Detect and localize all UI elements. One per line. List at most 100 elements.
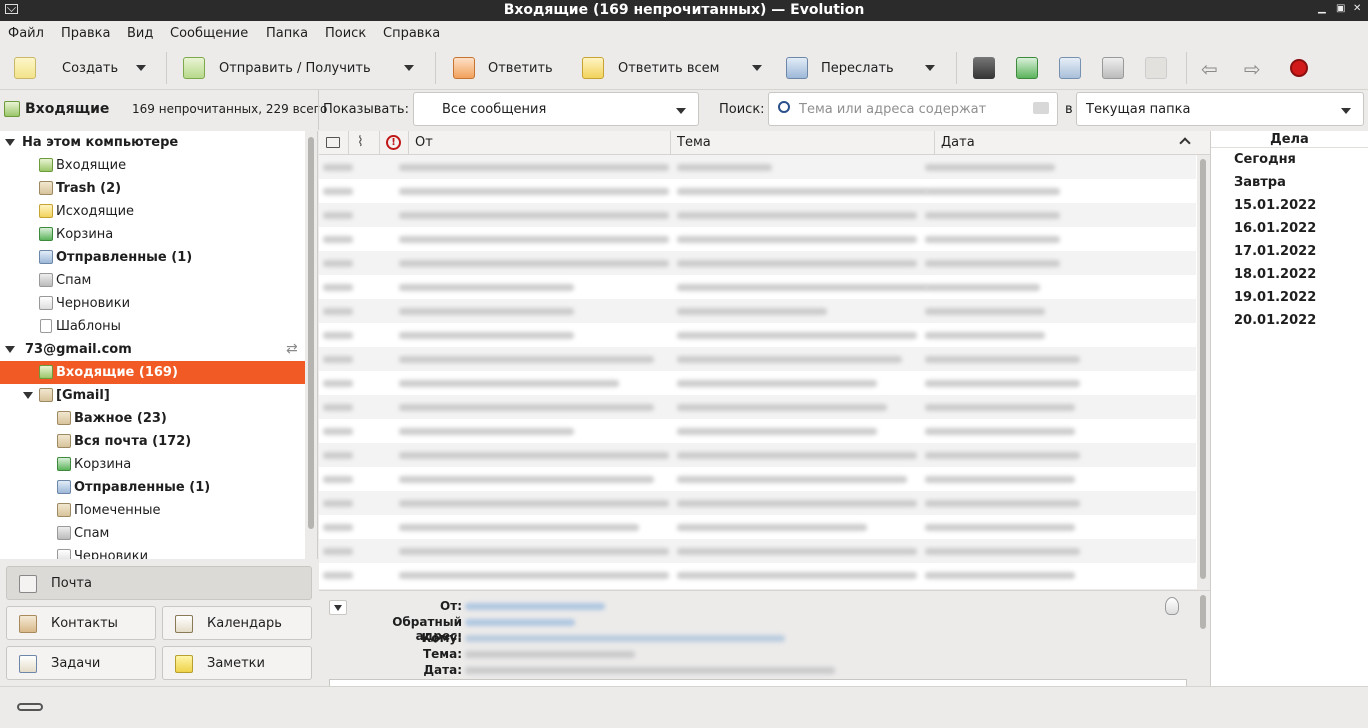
menu-help[interactable]: Справка [383, 26, 440, 41]
minimize-icon[interactable]: ▁ [1318, 3, 1326, 14]
search-input[interactable]: Тема или адреса содержат [768, 92, 1058, 126]
tasks-day[interactable]: 20.01.2022 [1234, 313, 1316, 328]
folder-item[interactable]: Корзина [0, 223, 305, 246]
message-list-scrollbar[interactable] [1197, 155, 1210, 589]
sync-icon[interactable]: ⇄ [286, 341, 298, 357]
message-row[interactable] [319, 323, 1196, 347]
tree-scrollbar[interactable] [305, 131, 317, 559]
message-row[interactable] [319, 443, 1196, 467]
new-dropdown-icon[interactable] [136, 65, 146, 71]
attachment-column-icon[interactable]: ⌇ [357, 134, 364, 150]
message-row[interactable] [319, 227, 1196, 251]
folder-item[interactable]: Входящие [0, 154, 305, 177]
status-column-icon[interactable] [326, 137, 340, 148]
mail-switch-button[interactable]: Почта [6, 566, 312, 600]
folder-item[interactable]: Черновики [0, 292, 305, 315]
tasks-switch-button[interactable]: Задачи [6, 646, 156, 680]
tasks-day[interactable]: 15.01.2022 [1234, 198, 1316, 213]
tasks-day[interactable]: Сегодня [1234, 152, 1296, 167]
message-row[interactable] [319, 299, 1196, 323]
folder-item[interactable]: Помеченные [0, 499, 305, 522]
tree-scrollbar-thumb[interactable] [308, 137, 314, 529]
stop-icon[interactable] [1290, 59, 1308, 77]
message-row[interactable] [319, 347, 1196, 371]
forward-button[interactable]: Переслать [786, 54, 894, 82]
menu-folder[interactable]: Папка [266, 26, 308, 41]
tasks-day[interactable]: Завтра [1234, 175, 1286, 190]
online-status-icon[interactable] [17, 703, 43, 711]
message-row[interactable] [319, 179, 1196, 203]
folder-item[interactable]: Важное (23) [0, 407, 305, 430]
message-row[interactable] [319, 467, 1196, 491]
headers-scrollbar-thumb[interactable] [1200, 595, 1206, 629]
search-icon[interactable] [778, 101, 790, 113]
tasks-day[interactable]: 18.01.2022 [1234, 267, 1316, 282]
show-filter-select[interactable]: Все сообщения [413, 92, 699, 126]
memos-switch-button[interactable]: Заметки [162, 646, 312, 680]
folder-item[interactable]: Исходящие [0, 200, 305, 223]
new-button[interactable]: Создать [14, 54, 118, 82]
expander-icon[interactable] [5, 346, 15, 353]
sort-ascending-icon[interactable] [1179, 137, 1191, 149]
close-icon[interactable]: ✕ [1353, 3, 1361, 14]
folder-item[interactable]: Спам [0, 269, 305, 292]
reply-all-dropdown-icon[interactable] [752, 65, 762, 71]
headers-scrollbar[interactable] [1197, 593, 1210, 633]
menu-message[interactable]: Сообщение [170, 26, 248, 41]
message-row[interactable] [319, 371, 1196, 395]
expander-icon[interactable] [23, 392, 33, 399]
message-row[interactable] [319, 419, 1196, 443]
tasks-day[interactable]: 16.01.2022 [1234, 221, 1316, 236]
folder-item[interactable]: Отправленные (1) [0, 476, 305, 499]
reply-button[interactable]: Ответить [453, 54, 553, 82]
message-row[interactable] [319, 155, 1196, 179]
message-row[interactable] [319, 251, 1196, 275]
folder-item[interactable]: Вся почта (172) [0, 430, 305, 453]
folder-item[interactable]: Отправленные (1) [0, 246, 305, 269]
search-scope-select[interactable]: Текущая папка [1076, 92, 1364, 126]
folder-item[interactable]: Шаблоны [0, 315, 305, 338]
send-receive-button[interactable]: Отправить / Получить [183, 54, 371, 82]
folder-item[interactable]: Trash (2) [0, 177, 305, 200]
message-row[interactable] [319, 395, 1196, 419]
archive-icon[interactable] [1145, 57, 1167, 79]
folder-item-selected[interactable]: Входящие (169) [0, 361, 305, 384]
tree-group-local[interactable]: На этом компьютере [0, 131, 305, 154]
menu-file[interactable]: Файл [8, 26, 44, 41]
reply-all-button[interactable]: Ответить всем [582, 54, 719, 82]
message-row[interactable] [319, 539, 1196, 563]
not-junk-icon[interactable] [1102, 57, 1124, 79]
send-receive-dropdown-icon[interactable] [404, 65, 414, 71]
message-row[interactable] [319, 275, 1196, 299]
junk-icon[interactable] [1059, 57, 1081, 79]
column-from[interactable]: От [415, 135, 433, 150]
message-row[interactable] [319, 203, 1196, 227]
folder-item[interactable]: Черновики [0, 545, 305, 559]
folder-item[interactable]: Спам [0, 522, 305, 545]
delete-icon[interactable] [1016, 57, 1038, 79]
contacts-switch-button[interactable]: Контакты [6, 606, 156, 640]
previous-message-icon[interactable]: ⇦ [1201, 57, 1218, 81]
column-date[interactable]: Дата [941, 135, 975, 150]
tasks-day[interactable]: 19.01.2022 [1234, 290, 1316, 305]
print-icon[interactable] [973, 57, 995, 79]
expander-icon[interactable] [5, 139, 15, 146]
menu-search[interactable]: Поиск [325, 26, 366, 41]
forward-dropdown-icon[interactable] [925, 65, 935, 71]
message-list-scrollbar-thumb[interactable] [1200, 159, 1206, 579]
tree-group-account[interactable]: 73@gmail.com ⇄ [0, 338, 305, 361]
clear-search-icon[interactable] [1033, 102, 1049, 114]
next-message-icon[interactable]: ⇨ [1244, 57, 1261, 81]
menu-view[interactable]: Вид [127, 26, 153, 41]
lightbulb-icon[interactable] [1165, 597, 1179, 615]
calendar-switch-button[interactable]: Календарь [162, 606, 312, 640]
message-row[interactable] [319, 491, 1196, 515]
message-row[interactable] [319, 515, 1196, 539]
folder-item[interactable]: Корзина [0, 453, 305, 476]
menu-edit[interactable]: Правка [61, 26, 110, 41]
importance-column-icon[interactable]: ! [386, 135, 401, 150]
column-subject[interactable]: Тема [677, 135, 711, 150]
maximize-icon[interactable]: ▣ [1336, 3, 1345, 14]
tasks-day[interactable]: 17.01.2022 [1234, 244, 1316, 259]
message-row[interactable] [319, 563, 1196, 587]
